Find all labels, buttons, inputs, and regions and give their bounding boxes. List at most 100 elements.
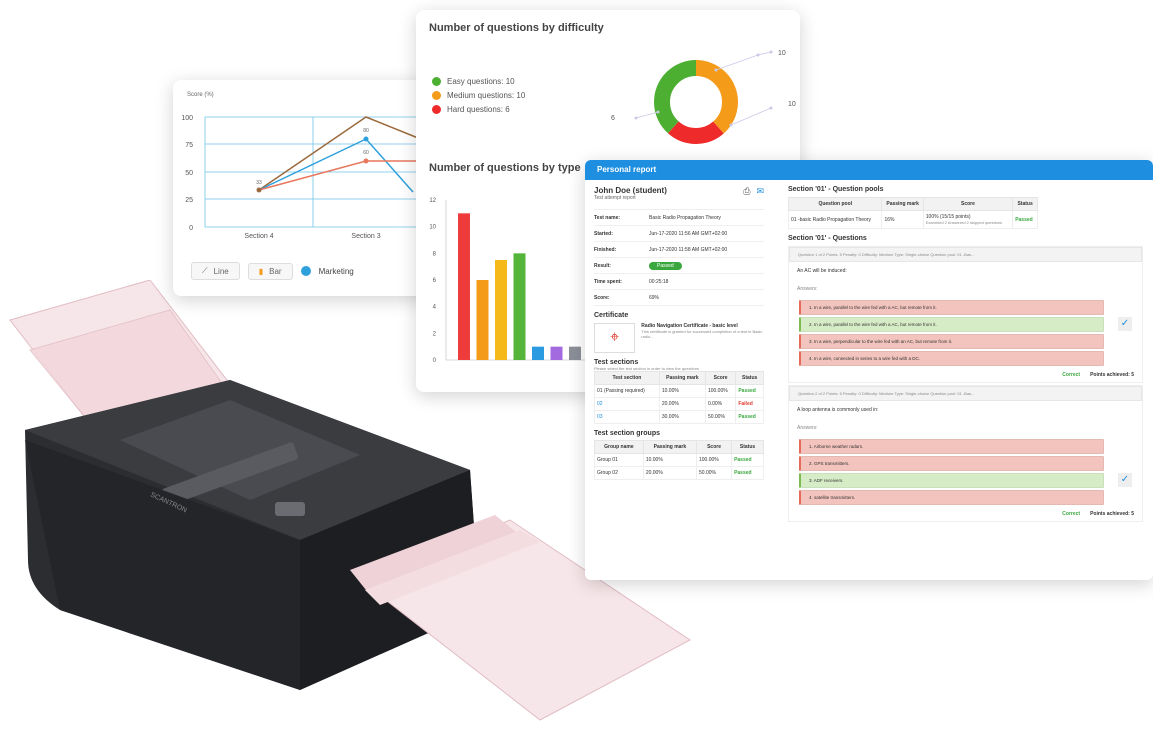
table-cell: 03 (594, 410, 660, 424)
table-row[interactable]: 03 30.00% 50.00% Passed (594, 410, 764, 424)
question-meta: Question 2 of 2 Points: 5 Penalty: 0 Dif… (789, 386, 1142, 401)
table-cell: 01 -basic Radio Propagation Theory (787, 210, 883, 229)
point-label: 33 (256, 180, 262, 186)
points-label: Points achieved: 5 (1090, 372, 1134, 378)
legend-hard-label: Hard questions: 6 (447, 104, 510, 114)
bar-toggle-button[interactable]: ▮ Bar (247, 262, 293, 280)
table-cell: 50.00% (704, 410, 737, 424)
hard-dot-icon (432, 104, 441, 114)
series-legend-label[interactable]: Marketing (319, 267, 354, 276)
field-value: 00:25:18 (649, 278, 669, 285)
field-score: Score: 69% (594, 290, 764, 306)
y-tick-label: 6 (433, 278, 437, 284)
data-point (256, 187, 262, 193)
chart-legend: ⟋ Line ▮ Bar Marketing (191, 262, 354, 280)
column-header: Status (735, 371, 764, 385)
field-value: Jun-17-2020 11:58 AM GMT+02:00 (649, 246, 728, 253)
table-row[interactable]: 01 (Passing required) 10.00% 100.00% Passed (594, 384, 764, 398)
legend-easy: Easy questions: 10 (432, 74, 525, 88)
personal-report-card: Personal report John Doe (student) Test … (585, 160, 1153, 580)
table-row[interactable]: Group 02 20.00% 50.00% Passed (594, 466, 764, 480)
field-time: Time spent: 00:25:18 (594, 274, 764, 290)
donut-label: 10 (778, 50, 786, 57)
table-cell: 30.00% (658, 410, 706, 424)
data-point (363, 158, 369, 164)
field-value: 69% (649, 294, 660, 301)
column-header: Passing mark (658, 371, 706, 385)
certificate-title: Certificate (594, 312, 629, 319)
leader-dot (656, 110, 660, 114)
field-finished: Finished: Jun-17-2020 11:58 AM GMT+02:00 (594, 242, 764, 258)
y-tick-label: 2 (433, 331, 437, 337)
bar (458, 213, 470, 360)
report-details: Section '01' - Question pools Question p… (787, 186, 1143, 522)
leader-dot (634, 116, 638, 120)
field-value: Jun-17-2020 11:56 AM GMT+02:00 (649, 230, 728, 237)
field-key: Started: (594, 230, 613, 237)
field-started: Started: Jun-17-2020 11:56 AM GMT+02:00 (594, 226, 764, 242)
question-text: A loop antenna is commonly used in: (797, 407, 879, 413)
table-cell: 0.00% (704, 397, 737, 411)
result-badge: Passed (649, 261, 682, 270)
certificate-box[interactable]: ⌖ Radio Navigation Certificate - basic l… (594, 323, 764, 353)
bar (532, 346, 544, 360)
table-cell: Group 02 (594, 466, 644, 480)
column-header: Score (922, 197, 1014, 211)
table-cell: Passed (735, 410, 764, 424)
field-key: Score: (594, 294, 610, 301)
bar-chart-icon: ▮ (258, 266, 264, 276)
difficulty-legend: Easy questions: 10 Medium questions: 10 … (432, 74, 525, 116)
column-header: Score (704, 371, 737, 385)
column-header: Status (731, 440, 764, 454)
questions-title: Section '01' - Questions (788, 235, 867, 242)
leader-line (715, 51, 772, 71)
answer-option: 4. satellite transmitters. (799, 490, 1104, 505)
legend-medium-label: Medium questions: 10 (447, 90, 526, 100)
column-header: Passing mark (642, 440, 698, 454)
print-icon[interactable]: ⎙ (743, 186, 750, 201)
column-header: Group name (594, 440, 644, 454)
bar (476, 280, 489, 360)
answer-option: 1. In a wire, parallel to the wire fed w… (799, 300, 1104, 315)
y-tick-label: 4 (433, 305, 437, 311)
line-toggle-button[interactable]: ⟋ Line (191, 262, 240, 280)
table-cell: 10.00% (658, 384, 706, 398)
leader-dot (714, 68, 718, 72)
certificate-desc: This certificate is granted for successf… (641, 329, 763, 339)
correct-label: Correct (1062, 511, 1081, 517)
field-key: Time spent: (594, 278, 622, 285)
bar (550, 346, 563, 360)
question-1: Question 1 of 2 Points: 5 Penalty: 0 Dif… (788, 246, 1143, 383)
answer-option: 2. GPS transmitters. (799, 456, 1104, 471)
column-header: Passing mark (881, 197, 924, 211)
points-label: Points achieved: 5 (1090, 511, 1134, 517)
pools-table: Question pool Passing mark Score Status 01 … (787, 197, 1038, 229)
certificate-icon: ⌖ (594, 323, 636, 353)
legend-hard: Hard questions: 6 (432, 102, 525, 116)
x-tick-label: Section 4 (244, 233, 273, 240)
question-meta: Question 1 of 2 Points: 5 Penalty: 0 Dif… (789, 247, 1142, 262)
column-header: Question pool (787, 197, 883, 211)
email-icon[interactable]: ✉ (756, 186, 764, 201)
table-cell: 02 (594, 397, 660, 411)
table-cell: 20.00% (642, 466, 698, 480)
point-label: 60 (363, 150, 369, 156)
medium-dot-icon (432, 90, 441, 100)
leader-dot (769, 106, 773, 110)
table-cell: 01 (Passing required) (594, 384, 660, 398)
table-row[interactable]: Group 01 10.00% 100.00% Passed (594, 453, 764, 467)
y-tick-label: 75 (185, 142, 193, 149)
bar (569, 346, 581, 360)
report-header: Personal report (585, 160, 1153, 180)
table-cell: 100.00% (695, 453, 733, 467)
groups-title: Test section groups (594, 430, 660, 437)
y-tick-label: 10 (429, 225, 436, 231)
table-row[interactable]: 02 20.00% 0.00% Failed (594, 397, 764, 411)
table-cell: 20.00% (658, 397, 706, 411)
difficulty-donut: 10 10 6 (611, 50, 796, 144)
leader-line (635, 111, 659, 119)
legend-medium: Medium questions: 10 (432, 88, 525, 102)
sections-table: Test section Passing mark Score Status 01 (… (594, 371, 764, 424)
checkmark-icon: ✓ (1118, 473, 1132, 487)
table-cell: Passed (1012, 210, 1038, 229)
